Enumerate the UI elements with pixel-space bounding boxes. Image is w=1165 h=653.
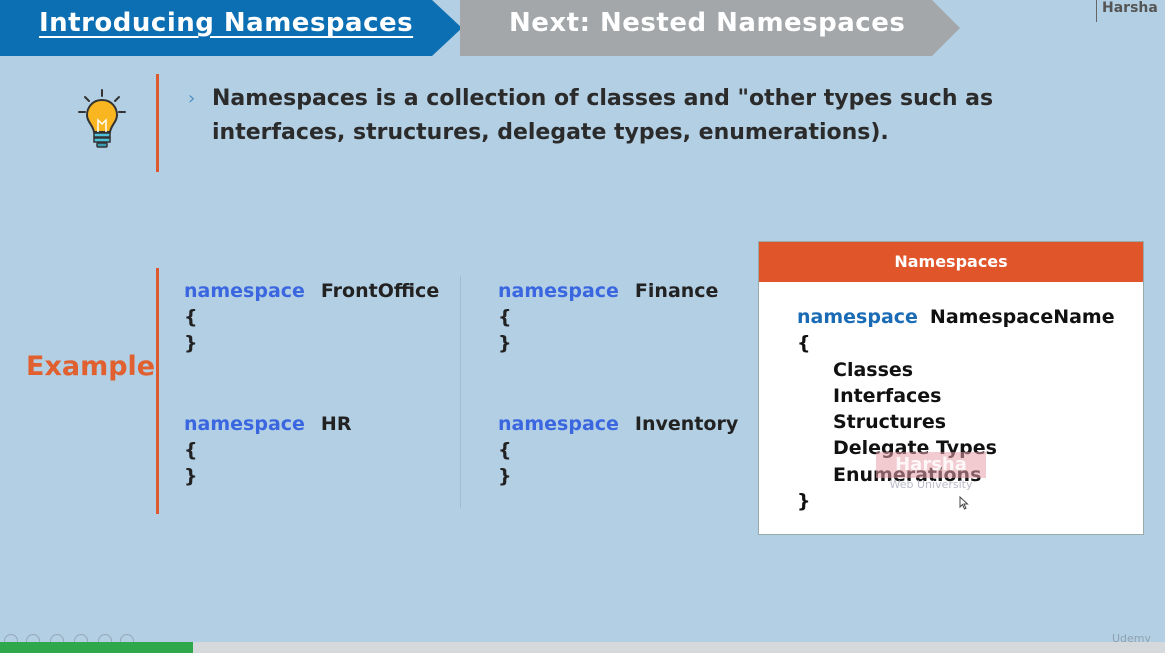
namespace-keyword: namespace — [498, 280, 619, 302]
current-title-text: Introducing Namespaces — [39, 8, 414, 38]
next-slide-title: Next: Nested Namespaces — [460, 0, 960, 56]
close-brace: } — [184, 465, 198, 487]
namespace-keyword: namespace — [184, 413, 305, 435]
open-brace: { — [184, 306, 198, 328]
example-label: Example — [26, 351, 156, 382]
namespace-name: Finance — [634, 280, 719, 302]
close-brace: } — [797, 490, 811, 513]
member-item: Interfaces — [833, 384, 942, 407]
member-item: Structures — [833, 411, 947, 434]
close-brace: } — [498, 332, 512, 354]
mouse-cursor-icon — [959, 496, 969, 510]
open-brace: { — [797, 332, 811, 355]
close-brace: } — [184, 332, 198, 354]
video-progress-fill — [0, 642, 194, 653]
lightbulb-icon — [78, 89, 126, 148]
watermark-subtitle: Web University — [889, 478, 973, 491]
namespace-name: Inventory — [634, 413, 739, 435]
member-item: Classes — [833, 358, 914, 381]
namespace-name: NamespaceName — [929, 306, 1115, 328]
code-block-frontoffice: namespace FrontOffice { } — [184, 278, 439, 356]
next-title-text: Next: Nested Namespaces — [509, 8, 906, 38]
namespace-name: HR — [320, 413, 352, 435]
namespace-keyword: namespace — [184, 280, 305, 302]
code-block-finance: namespace Finance { } — [498, 278, 718, 356]
open-brace: { — [498, 439, 512, 461]
author-label: Harsha — [1096, 0, 1165, 22]
namespace-keyword: namespace — [498, 413, 619, 435]
intro-divider — [156, 74, 159, 172]
syntax-box-title: Namespaces — [759, 242, 1143, 282]
video-progress-bar[interactable] — [0, 642, 1165, 653]
namespace-keyword: namespace — [797, 306, 918, 328]
namespace-name: FrontOffice — [320, 280, 440, 302]
column-divider — [460, 276, 461, 508]
code-block-inventory: namespace Inventory { } — [498, 411, 738, 489]
watermark: Harsha Web University — [876, 452, 986, 492]
code-block-hr: namespace HR { } — [184, 411, 351, 489]
close-brace: } — [498, 465, 512, 487]
example-divider — [156, 268, 159, 514]
chevron-right-icon: › — [188, 88, 196, 109]
open-brace: { — [184, 439, 198, 461]
intro-bullet-text: Namespaces is a collection of classes an… — [212, 86, 994, 145]
current-slide-title: Introducing Namespaces — [0, 0, 462, 56]
watermark-brand: Harsha — [876, 452, 986, 478]
open-brace: { — [498, 306, 512, 328]
